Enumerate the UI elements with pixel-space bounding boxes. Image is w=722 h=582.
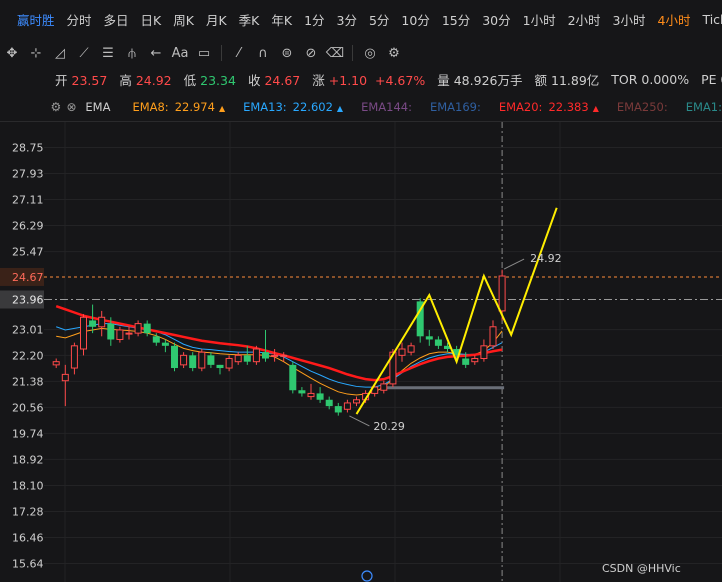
candle-body bbox=[234, 354, 242, 363]
candle-body bbox=[434, 339, 442, 346]
candle-body bbox=[207, 355, 215, 365]
crosshair-price-label: 23.96 bbox=[12, 293, 44, 306]
candle-body bbox=[134, 323, 142, 334]
y-tick-label: 20.56 bbox=[12, 401, 44, 414]
candle-body bbox=[462, 358, 470, 365]
candle-body bbox=[252, 348, 260, 363]
candle-body bbox=[225, 358, 233, 369]
y-tick-label: 27.93 bbox=[12, 168, 44, 181]
candle-body bbox=[216, 364, 224, 369]
y-tick-label: 23.01 bbox=[12, 324, 44, 337]
candle-body bbox=[116, 329, 124, 340]
candle-body bbox=[325, 399, 333, 407]
candle-body bbox=[289, 364, 297, 391]
candle-body bbox=[125, 332, 133, 335]
candlestick-chart[interactable]: 28.75 27.93 27.11 26.29 25.47 24.67 23.96 23.01… bbox=[0, 0, 722, 582]
y-tick-label: 18.92 bbox=[12, 453, 44, 466]
candle-body bbox=[353, 399, 360, 404]
candle-body bbox=[334, 406, 342, 413]
low-price-label: 20.29 bbox=[373, 420, 405, 433]
candle-body bbox=[489, 326, 497, 347]
candle-body bbox=[280, 354, 288, 357]
y-tick-label: 18.10 bbox=[12, 479, 44, 492]
candle-body bbox=[52, 361, 60, 366]
y-tick-label: 21.38 bbox=[12, 375, 44, 388]
candle-body bbox=[189, 355, 197, 369]
candle-body bbox=[143, 323, 151, 334]
event-marker-icon[interactable] bbox=[361, 570, 373, 582]
candle-body bbox=[89, 320, 97, 327]
last-price-label: 24.67 bbox=[12, 271, 44, 284]
candle-body bbox=[61, 373, 69, 382]
y-tick-label: 28.75 bbox=[12, 142, 44, 155]
candle-body bbox=[307, 392, 315, 398]
y-tick-label: 15.64 bbox=[12, 558, 44, 571]
candle-body bbox=[380, 383, 388, 391]
candle-body bbox=[425, 336, 433, 340]
y-tick-label: 19.74 bbox=[12, 427, 44, 440]
candle-body bbox=[152, 336, 160, 343]
candle-body bbox=[107, 323, 115, 340]
candle-body bbox=[407, 345, 415, 353]
high-price-label: 24.92 bbox=[530, 252, 562, 265]
candle-body bbox=[70, 345, 78, 369]
y-tick-label: 27.11 bbox=[12, 194, 44, 207]
y-tick-label: 22.20 bbox=[12, 349, 44, 362]
candle-body bbox=[343, 402, 351, 410]
candle-body bbox=[243, 355, 251, 362]
y-tick-label: 16.46 bbox=[12, 531, 44, 544]
candle-body bbox=[171, 345, 178, 369]
y-tick-label: 25.47 bbox=[12, 246, 44, 259]
candle-body bbox=[316, 393, 324, 400]
candle-body bbox=[471, 358, 479, 363]
candle-body bbox=[98, 316, 106, 328]
candle-body bbox=[480, 345, 488, 360]
candle-body bbox=[198, 351, 206, 369]
watermark-text: CSDN @HHVic bbox=[602, 562, 681, 575]
low-label-leader bbox=[349, 415, 370, 427]
candle-body bbox=[180, 354, 188, 366]
candle-body bbox=[298, 390, 306, 394]
candle-body bbox=[161, 342, 169, 346]
candle-body bbox=[271, 354, 279, 357]
candle-body bbox=[498, 275, 506, 312]
candle-body bbox=[398, 348, 406, 356]
candle-body bbox=[80, 316, 87, 350]
high-label-leader bbox=[503, 258, 525, 270]
y-tick-label: 26.29 bbox=[12, 220, 44, 233]
candle-body bbox=[262, 352, 269, 359]
y-tick-label: 17.28 bbox=[12, 505, 44, 518]
